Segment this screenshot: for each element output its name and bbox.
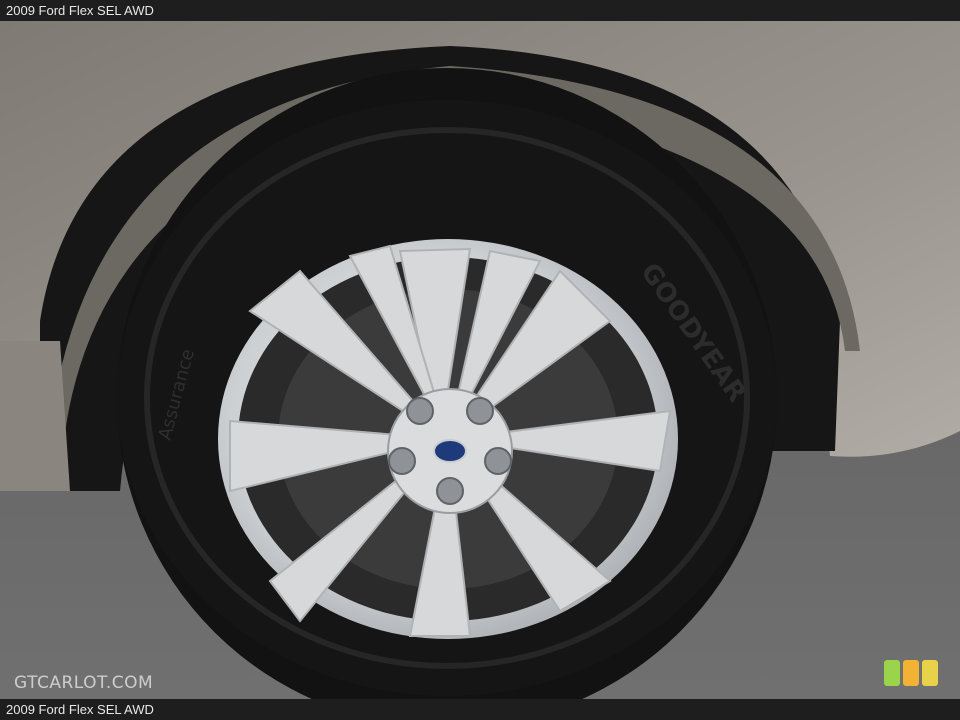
site-watermark: GTCARLOT.COM — [14, 673, 154, 693]
ford-emblem — [433, 439, 467, 463]
image-caption: 2009 Ford Flex SEL AWD — [6, 702, 154, 717]
title-bar: 2009 Ford Flex SEL AWD — [0, 0, 960, 21]
car-wheel-photo: GOODYEAR Assurance — [0, 21, 960, 699]
wheel-photo-illustration: GOODYEAR Assurance — [0, 21, 960, 699]
image-title: 2009 Ford Flex SEL AWD — [6, 3, 154, 18]
site-logo — [884, 660, 938, 686]
caption-bar: 2009 Ford Flex SEL AWD — [0, 699, 960, 720]
